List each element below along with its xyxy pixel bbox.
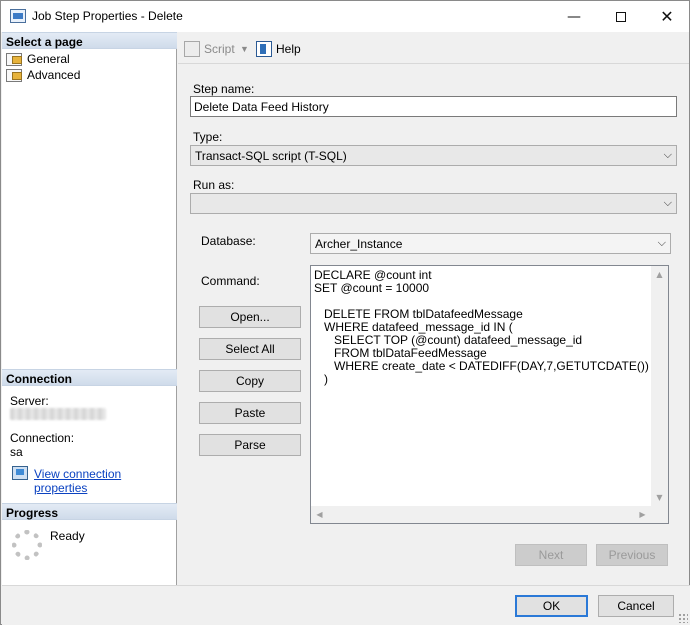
footer-bar: OK Cancel <box>2 585 690 625</box>
view-connection-properties-link[interactable]: View connection properties <box>34 467 176 495</box>
left-pane: Select a page General Advanced Connectio… <box>2 32 177 585</box>
connection-properties-icon <box>12 466 28 480</box>
vertical-scrollbar[interactable]: ▲ ▼ <box>651 266 668 506</box>
scroll-down-icon[interactable]: ▼ <box>651 489 668 506</box>
script-dropdown-button[interactable]: ▼ <box>240 40 249 58</box>
select-all-button[interactable]: Select All <box>199 338 301 360</box>
scroll-right-icon[interactable]: ▶ <box>634 506 651 523</box>
parse-button[interactable]: Parse <box>199 434 301 456</box>
progress-spinner-icon <box>12 530 42 560</box>
chevron-down-icon: ⌵ <box>663 148 672 161</box>
database-select-value: Archer_Instance <box>315 237 403 251</box>
server-value-redacted <box>10 408 106 420</box>
scrollbar-corner <box>651 506 668 523</box>
toolbar: Script ▼ Help <box>178 32 689 64</box>
cancel-button[interactable]: Cancel <box>598 595 674 617</box>
minimize-button[interactable]: — <box>551 1 597 32</box>
run-as-label: Run as: <box>193 178 235 192</box>
wrench-page-icon <box>6 52 22 66</box>
step-name-label: Step name: <box>193 82 255 96</box>
database-label: Database: <box>201 234 256 248</box>
ok-button[interactable]: OK <box>515 595 588 617</box>
type-label: Type: <box>193 130 223 144</box>
connection-header: Connection <box>2 369 177 386</box>
app-icon <box>10 9 26 23</box>
script-button[interactable]: Script <box>184 40 235 58</box>
type-select[interactable]: Transact-SQL script (T-SQL) ⌵ <box>190 145 677 166</box>
progress-header: Progress <box>2 503 177 520</box>
maximize-icon <box>616 11 626 22</box>
chevron-down-icon: ▼ <box>240 44 249 54</box>
job-step-properties-window: Job Step Properties - Delete — ✕ Select … <box>0 0 690 625</box>
close-button[interactable]: ✕ <box>644 1 690 32</box>
close-icon: ✕ <box>660 7 674 26</box>
command-editor[interactable]: DECLARE @count int SET @count = 10000 DE… <box>310 265 669 524</box>
server-label: Server: <box>10 394 49 408</box>
open-button[interactable]: Open... <box>199 306 301 328</box>
help-button[interactable]: Help <box>256 40 301 58</box>
script-label: Script <box>204 42 235 56</box>
resize-grip-icon[interactable] <box>678 613 688 623</box>
page-item-label: Advanced <box>27 68 81 82</box>
database-select[interactable]: Archer_Instance ⌵ <box>310 233 671 254</box>
page-item-label: General <box>27 52 70 66</box>
maximize-button[interactable] <box>598 1 644 32</box>
chevron-down-icon: ⌵ <box>657 236 666 249</box>
title-bar: Job Step Properties - Delete — ✕ <box>1 1 689 32</box>
connection-value: sa <box>10 445 23 459</box>
window-title: Job Step Properties - Delete <box>32 9 183 23</box>
progress-status: Ready <box>50 529 85 543</box>
minimize-icon: — <box>567 8 581 25</box>
paste-button[interactable]: Paste <box>199 402 301 424</box>
command-text[interactable]: DECLARE @count int SET @count = 10000 DE… <box>314 269 649 505</box>
help-label: Help <box>276 42 301 56</box>
type-select-value: Transact-SQL script (T-SQL) <box>195 149 347 163</box>
previous-button[interactable]: Previous <box>596 544 668 566</box>
step-name-input[interactable]: Delete Data Feed History <box>190 96 677 117</box>
page-item-advanced[interactable]: Advanced <box>6 67 80 83</box>
wrench-page-icon <box>6 68 22 82</box>
help-icon <box>256 41 272 57</box>
select-page-header: Select a page <box>2 32 177 49</box>
next-button[interactable]: Next <box>515 544 587 566</box>
command-label: Command: <box>201 274 260 288</box>
horizontal-scrollbar[interactable]: ◀ ▶ <box>311 506 651 523</box>
scroll-up-icon[interactable]: ▲ <box>651 266 668 283</box>
script-icon <box>184 41 200 57</box>
connection-label: Connection: <box>10 431 75 445</box>
page-item-general[interactable]: General <box>6 51 70 67</box>
copy-button[interactable]: Copy <box>199 370 301 392</box>
run-as-select[interactable]: ⌵ <box>190 193 677 214</box>
chevron-down-icon: ⌵ <box>663 196 672 209</box>
scroll-left-icon[interactable]: ◀ <box>311 506 328 523</box>
